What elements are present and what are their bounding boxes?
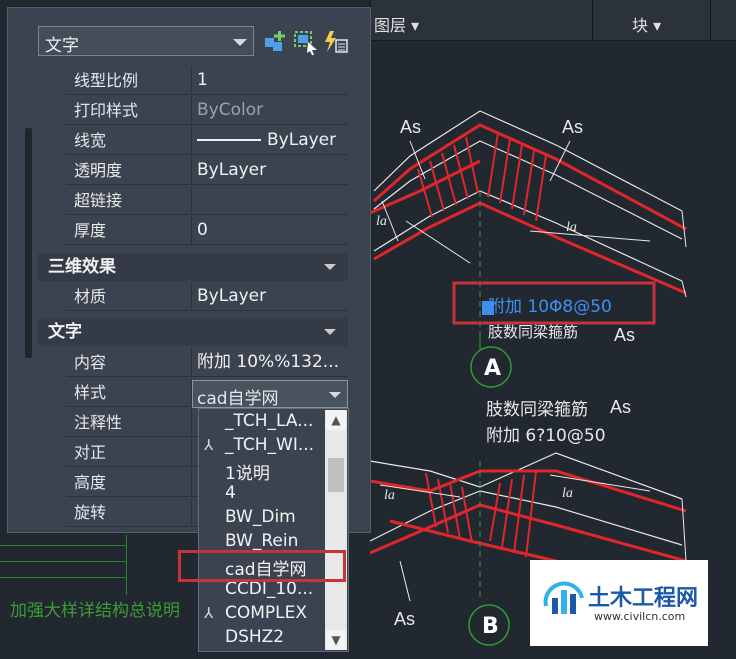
selected-option-highlight <box>178 550 346 582</box>
la-label: la <box>376 214 387 229</box>
block-panel-button[interactable]: 块 ▾ <box>632 12 661 36</box>
table-line <box>0 561 126 562</box>
scroll-thumb[interactable] <box>328 458 344 492</box>
prop-row-plot-style[interactable]: 打印样式 ByColor <box>66 96 348 125</box>
quick-select-icon[interactable] <box>322 28 350 56</box>
site-logo: 土木工程网 www.civilcn.com <box>530 560 708 646</box>
select-objects-icon[interactable] <box>292 28 320 56</box>
style-option[interactable]: BW_Rein <box>225 531 298 551</box>
structure-note-text: 加强大样详结构总说明 <box>10 601 180 621</box>
style-option[interactable]: _TCH_LA... <box>225 411 313 431</box>
annotative-icon: ⅄ <box>204 436 214 454</box>
layer-panel-button[interactable]: 图层 ▾ <box>374 12 419 36</box>
palette-scrollbar[interactable] <box>25 128 32 358</box>
scroll-up-icon[interactable]: ▲ <box>326 410 346 430</box>
ribbon-separator <box>710 0 711 40</box>
marker-b-label: B <box>482 614 499 639</box>
prop-value[interactable]: 1 <box>192 66 348 95</box>
logo-text: 土木工程网 <box>588 586 699 611</box>
object-type-selector[interactable]: 文字 <box>38 26 254 56</box>
prop-row-thickness[interactable]: 厚度 0 <box>66 216 348 245</box>
prop-label: 旋转 <box>66 498 192 527</box>
prop-value[interactable] <box>192 186 348 215</box>
category-title: 文字 <box>48 322 82 342</box>
as-label: As <box>610 397 631 417</box>
table-line <box>126 535 127 595</box>
stirrup-note: 肢数同梁箍筋 <box>486 400 588 420</box>
prop-label: 材质 <box>66 282 192 311</box>
prop-value[interactable]: ByLayer <box>192 156 348 185</box>
prop-value[interactable]: ByColor <box>192 96 348 125</box>
as-label: As <box>400 117 421 137</box>
prop-row-linetype-scale[interactable]: 线型比例 1 <box>66 66 348 95</box>
prop-label: 内容 <box>66 348 192 377</box>
as-label: As <box>394 609 415 629</box>
prop-label: 高度 <box>66 468 192 497</box>
prop-value[interactable]: 0 <box>192 216 348 245</box>
table-line <box>0 577 126 578</box>
marker-a-label: A <box>484 356 501 381</box>
style-option[interactable]: COMPLEX <box>225 603 307 623</box>
prop-label: 线宽 <box>66 126 192 155</box>
prop-value: ByLayer <box>267 130 337 150</box>
category-title: 三维效果 <box>48 257 116 277</box>
annotative-icon: ⅄ <box>204 604 214 622</box>
rebar-text: 附加 6?10@50 <box>486 426 606 446</box>
chevron-down-icon <box>324 329 336 335</box>
category-3d-effects[interactable]: 三维效果 <box>38 253 348 281</box>
chevron-down-icon <box>233 39 247 46</box>
style-option[interactable]: 4 <box>225 483 236 503</box>
prop-value[interactable]: ByLayer <box>192 282 348 311</box>
style-option[interactable]: BW_Dim <box>225 507 296 527</box>
as-label: As <box>562 117 583 137</box>
prop-row-contents[interactable]: 内容 附加 10%%132... <box>66 348 348 377</box>
prop-value-wrap[interactable]: ByLayer <box>192 126 348 155</box>
prop-label: 打印样式 <box>66 96 192 125</box>
stirrup-note: 肢数同梁箍筋 <box>488 323 578 341</box>
style-option[interactable]: CCDI_10... <box>225 579 313 599</box>
table-line <box>0 545 126 546</box>
prop-label: 线型比例 <box>66 66 192 95</box>
ribbon-bar: 图层 ▾ 块 ▾ <box>370 0 736 41</box>
prop-row-hyperlink[interactable]: 超链接 <box>66 186 348 215</box>
prop-label: 厚度 <box>66 216 192 245</box>
la-label: la <box>562 486 573 501</box>
text-style-value: cad自学网 <box>197 389 279 409</box>
text-style-combo[interactable]: cad自学网 <box>192 380 348 409</box>
dropdown-scrollbar[interactable]: ▲ ▼ <box>325 410 347 650</box>
ribbon-separator <box>592 0 593 40</box>
lineweight-swatch <box>197 139 261 141</box>
prop-label: 透明度 <box>66 156 192 185</box>
la-label: la <box>566 220 577 235</box>
prop-label: 注释性 <box>66 408 192 437</box>
prop-label: 超链接 <box>66 186 192 215</box>
toggle-pickadd-icon[interactable] <box>262 28 290 56</box>
prop-value[interactable]: 附加 10%%132... <box>192 348 348 377</box>
as-label: As <box>614 325 635 345</box>
chevron-down-icon <box>329 392 341 398</box>
logo-url: www.civilcn.com <box>594 610 686 623</box>
object-type-value: 文字 <box>45 36 79 56</box>
text-style-dropdown[interactable]: _TCH_LA... ⅄ _TCH_WI... 1说明 4 BW_Dim BW_… <box>198 408 349 652</box>
selected-rebar-text[interactable]: 附加 10Φ8@50 <box>488 297 612 317</box>
category-text[interactable]: 文字 <box>38 318 348 346</box>
style-option[interactable]: DSHZ2 <box>225 627 284 647</box>
scroll-down-icon[interactable]: ▼ <box>326 630 346 650</box>
prop-label: 样式 <box>66 378 192 407</box>
la-label: la <box>384 488 395 503</box>
style-option[interactable]: _TCH_WI... <box>225 435 314 455</box>
prop-label: 对正 <box>66 438 192 467</box>
logo-mark-icon <box>543 581 584 614</box>
prop-row-lineweight[interactable]: 线宽 ByLayer <box>66 126 348 155</box>
prop-row-transparency[interactable]: 透明度 ByLayer <box>66 156 348 185</box>
chevron-down-icon <box>324 264 336 270</box>
style-option[interactable]: 1说明 <box>225 459 270 484</box>
prop-row-material[interactable]: 材质 ByLayer <box>66 282 348 311</box>
